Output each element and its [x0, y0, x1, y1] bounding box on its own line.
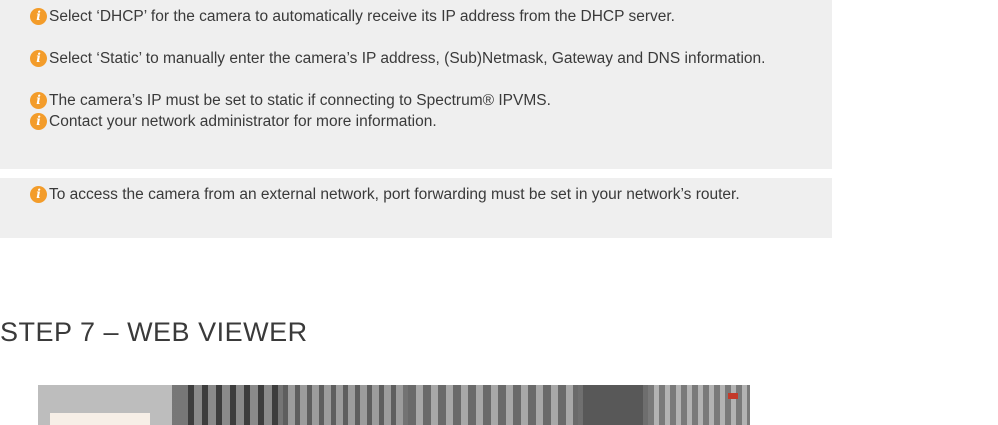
note-text: Select ‘Static’ to manually enter the ca…	[49, 50, 766, 67]
viewer-image-region	[188, 385, 278, 425]
notes-box-port-forwarding: i To access the camera from an external …	[0, 178, 832, 238]
info-icon: i	[30, 50, 47, 67]
info-icon: i	[30, 8, 47, 25]
viewer-image-region	[283, 385, 403, 425]
info-icon: i	[30, 92, 47, 109]
note-port-forwarding: i To access the camera from an external …	[30, 184, 772, 205]
note-text: Select ‘DHCP’ for the camera to automati…	[49, 8, 675, 25]
note-admin: i Contact your network administrator for…	[30, 111, 816, 132]
viewer-image-region	[583, 385, 643, 425]
note-ipvms: i The camera’s IP must be set to static …	[30, 90, 816, 111]
info-icon: i	[30, 113, 47, 130]
viewer-logo-area	[50, 413, 150, 425]
viewer-image-region	[408, 385, 578, 425]
web-viewer-screenshot	[38, 385, 750, 425]
viewer-side-panel	[38, 385, 172, 425]
note-text: Contact your network administrator for m…	[49, 113, 437, 130]
info-icon: i	[30, 186, 47, 203]
note-dhcp: i Select ‘DHCP’ for the camera to automa…	[30, 6, 816, 27]
note-text: The camera’s IP must be set to static if…	[49, 92, 551, 109]
viewer-image-region	[648, 385, 750, 425]
step-heading: STEP 7 – WEB VIEWER	[0, 317, 308, 347]
note-static: i Select ‘Static’ to manually enter the …	[30, 48, 816, 69]
notes-box-network: i Select ‘DHCP’ for the camera to automa…	[0, 0, 832, 169]
viewer-flag-mark	[728, 393, 738, 399]
note-text: To access the camera from an external ne…	[49, 186, 740, 203]
